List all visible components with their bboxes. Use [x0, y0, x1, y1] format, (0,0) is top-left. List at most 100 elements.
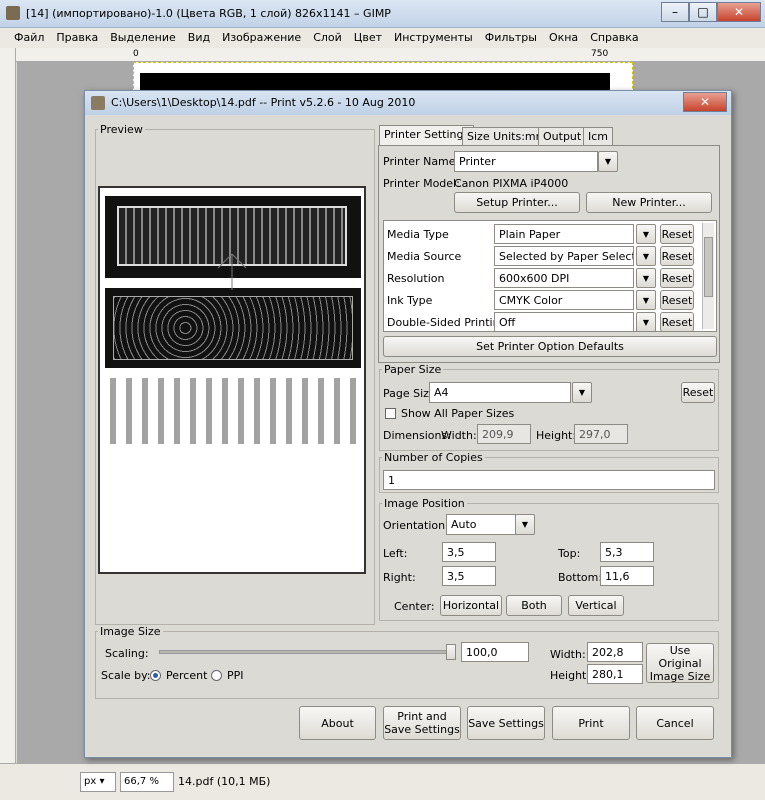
top-label: Top:	[558, 547, 581, 560]
chevron-down-icon[interactable]: ▼	[572, 382, 592, 403]
reset-button[interactable]: Reset	[660, 246, 694, 266]
printer-name-field[interactable]: Printer	[454, 151, 598, 172]
menu-edit[interactable]: Правка	[50, 28, 104, 48]
preview-label: Preview	[100, 123, 143, 136]
menu-file[interactable]: Файл	[8, 28, 50, 48]
center-both-button[interactable]: Both	[506, 595, 562, 616]
minimize-icon[interactable]: –	[661, 2, 689, 22]
chevron-down-icon[interactable]: ▼	[636, 268, 656, 288]
orientation-select[interactable]: Auto	[446, 514, 516, 535]
menu-select[interactable]: Выделение	[104, 28, 182, 48]
center-horizontal-button[interactable]: Horizontal	[440, 595, 502, 616]
left-label: Left:	[383, 547, 408, 560]
size-height-field[interactable]: 280,1	[587, 664, 643, 684]
menu-view[interactable]: Вид	[182, 28, 216, 48]
pcb-pad-pattern	[113, 296, 353, 360]
right-label: Right:	[383, 571, 416, 584]
scale-by-label: Scale by:	[101, 669, 151, 682]
copies-spinbox[interactable]: 1	[383, 470, 715, 490]
menu-filters[interactable]: Фильтры	[479, 28, 543, 48]
close-icon[interactable]: ✕	[683, 92, 727, 112]
option-label: Resolution	[387, 272, 445, 285]
menu-layer[interactable]: Слой	[307, 28, 348, 48]
tab-output[interactable]: Output	[538, 127, 587, 145]
set-defaults-button[interactable]: Set Printer Option Defaults	[383, 336, 717, 357]
menu-image[interactable]: Изображение	[216, 28, 307, 48]
size-height-label: Height:	[550, 669, 591, 682]
page-size-label: Page Size	[383, 387, 436, 400]
print-preview[interactable]	[98, 186, 366, 574]
top-field[interactable]: 5,3	[600, 542, 654, 562]
save-settings-button[interactable]: Save Settings	[467, 706, 545, 740]
scrollbar[interactable]	[702, 223, 714, 329]
bottom-label: Bottom:	[558, 571, 603, 584]
reset-button[interactable]: Reset	[660, 312, 694, 331]
chevron-down-icon[interactable]: ▼	[636, 290, 656, 310]
tab-icm[interactable]: Icm	[583, 127, 614, 145]
gimp-app-icon	[91, 96, 105, 110]
page-size-field[interactable]: A4	[429, 382, 571, 403]
gimp-window-title: [14] (импортировано)-1.0 (Цвета RGB, 1 с…	[26, 7, 391, 20]
option-label: Double-Sided Printing	[387, 316, 507, 329]
slider-handle[interactable]	[446, 644, 456, 660]
resolution-select[interactable]: 600x600 DPI	[494, 268, 634, 288]
scaling-field[interactable]: 100,0	[461, 642, 529, 662]
size-width-label: Width:	[550, 648, 586, 661]
zoom-field[interactable]: 66,7 %	[120, 772, 174, 792]
scrollbar-thumb[interactable]	[704, 237, 713, 297]
chevron-down-icon[interactable]: ▼	[636, 312, 656, 331]
ruler-tick: 0	[133, 49, 139, 59]
new-printer-button[interactable]: New Printer...	[586, 192, 712, 213]
print-and-save-button[interactable]: Print and Save Settings	[383, 706, 461, 740]
tab-printer-settings[interactable]: Printer Settings	[379, 125, 475, 145]
image-size-group: Image Size	[95, 625, 719, 699]
preview-component-rows	[110, 378, 356, 444]
print-button[interactable]: Print	[552, 706, 630, 740]
reset-button[interactable]: Reset	[660, 290, 694, 310]
bottom-field[interactable]: 11,6	[600, 566, 654, 586]
scaling-slider[interactable]	[159, 650, 455, 654]
media-source-select[interactable]: Selected by Paper Select Key	[494, 246, 634, 266]
show-all-sizes-label: Show All Paper Sizes	[401, 407, 515, 420]
use-original-size-button[interactable]: Use Original Image Size	[646, 643, 714, 683]
chevron-down-icon[interactable]: ▼	[636, 246, 656, 266]
show-all-sizes-checkbox[interactable]	[385, 408, 396, 419]
paper-height-label: Height:	[536, 429, 577, 442]
close-icon[interactable]: ✕	[717, 2, 761, 22]
paper-reset-button[interactable]: Reset	[681, 382, 715, 403]
menu-tools[interactable]: Инструменты	[388, 28, 479, 48]
option-label: Media Type	[387, 228, 449, 241]
center-vertical-button[interactable]: Vertical	[568, 595, 624, 616]
chevron-down-icon[interactable]: ▼	[636, 224, 656, 244]
reset-button[interactable]: Reset	[660, 224, 694, 244]
list-item: Media Type Plain Paper ▼ Reset	[384, 223, 716, 245]
printer-settings-panel: Printer Name: Printer ▼ Printer Model: C…	[378, 145, 720, 363]
file-info: 14.pdf (10,1 МБ)	[178, 775, 271, 788]
ppi-radio[interactable]	[211, 670, 222, 681]
unit-select[interactable]: px ▾	[80, 772, 116, 792]
menu-windows[interactable]: Окна	[543, 28, 584, 48]
reset-button[interactable]: Reset	[660, 268, 694, 288]
vertical-ruler	[0, 48, 16, 763]
media-type-select[interactable]: Plain Paper	[494, 224, 634, 244]
horizontal-ruler: 0 750	[16, 48, 765, 62]
paper-width-field: 209,9	[477, 424, 531, 444]
percent-radio[interactable]	[150, 670, 161, 681]
right-field[interactable]: 3,5	[442, 566, 496, 586]
about-button[interactable]: About	[299, 706, 376, 740]
maximize-icon[interactable]: □	[689, 2, 717, 22]
setup-printer-button[interactable]: Setup Printer...	[454, 192, 580, 213]
menu-color[interactable]: Цвет	[348, 28, 388, 48]
chevron-down-icon[interactable]: ▼	[515, 514, 535, 535]
menu-help[interactable]: Справка	[584, 28, 644, 48]
printer-name-label: Printer Name:	[383, 155, 460, 168]
size-width-field[interactable]: 202,8	[587, 642, 643, 662]
gimp-title-bar: [14] (импортировано)-1.0 (Цвета RGB, 1 с…	[0, 0, 765, 28]
double-sided-select[interactable]: Off	[494, 312, 634, 331]
list-item: Resolution 600x600 DPI ▼ Reset	[384, 267, 716, 289]
chevron-down-icon[interactable]: ▼	[598, 151, 618, 172]
left-field[interactable]: 3,5	[442, 542, 496, 562]
cancel-button[interactable]: Cancel	[636, 706, 714, 740]
ink-type-select[interactable]: CMYK Color	[494, 290, 634, 310]
percent-label: Percent	[166, 669, 208, 682]
